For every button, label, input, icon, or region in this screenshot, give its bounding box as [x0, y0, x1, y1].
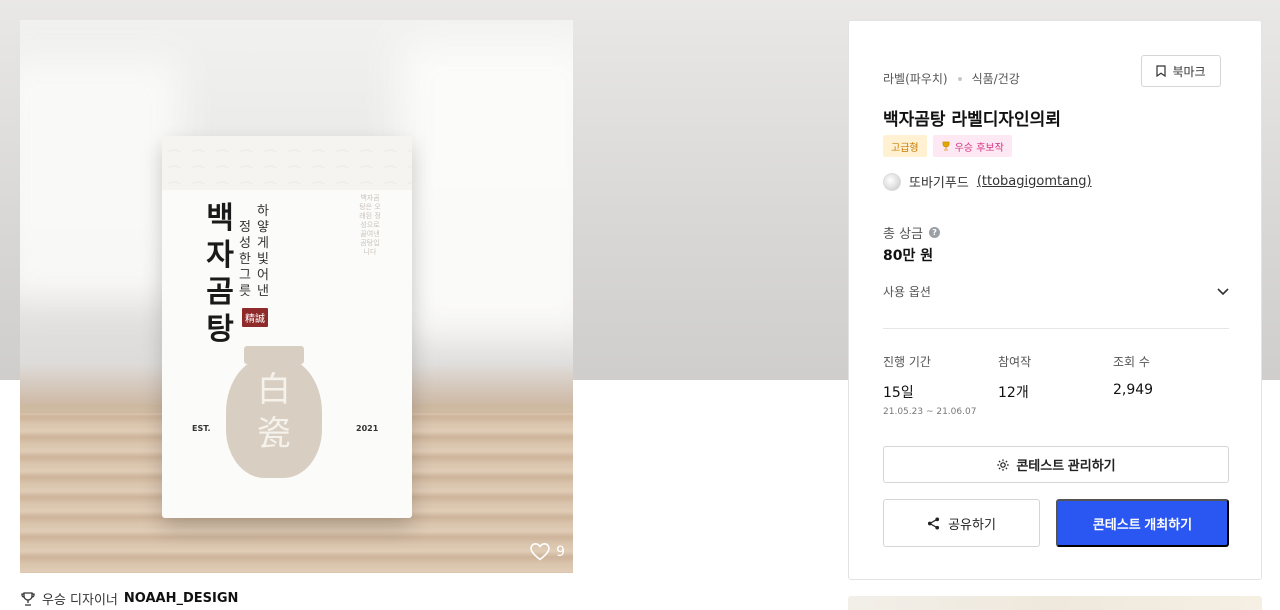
badge-group: 고급형 우승 후보작 — [883, 135, 1012, 157]
breadcrumb-category[interactable]: 라벨(파우치) — [883, 70, 948, 87]
stat-label: 참여작 — [998, 355, 1032, 369]
product-pouch: 백자곰탕 하얗게 빛어낸 정성 한 그릇 精誠 백자곰탕은 오래된 정성으로 끓… — [162, 136, 412, 518]
usage-option-label: 사용 옵션 — [883, 285, 931, 299]
premium-badge: 고급형 — [883, 135, 927, 157]
contest-stats: 진행 기간 15일 21.05.23 ~ 21.06.07 참여작 12개 조회… — [883, 353, 1229, 417]
pouch-year: 2021 — [356, 424, 379, 433]
like-count: 9 — [556, 544, 565, 560]
divider — [883, 328, 1229, 329]
heart-icon — [530, 543, 550, 561]
runner-up-badge: 우승 후보작 — [932, 135, 1012, 157]
breadcrumb-separator — [957, 76, 962, 81]
stat-value: 12개 — [998, 385, 1029, 401]
stat-label: 진행 기간 — [883, 355, 931, 369]
background-blur — [400, 40, 573, 340]
manage-contest-label: 콘테스트 관리하기 — [1016, 458, 1116, 473]
help-icon[interactable]: ? — [929, 227, 941, 238]
manage-contest-button[interactable]: 콘테스트 관리하기 — [883, 446, 1229, 483]
share-icon — [928, 516, 940, 530]
contest-info-card: 라벨(파우치) 식품/건강 북마크 백자곰탕 라벨디자인의뢰 고급형 우승 후보… — [848, 20, 1262, 580]
background-blur — [20, 60, 180, 300]
winner-designer: 우승 디자이너 NOAAH_DESIGN — [20, 589, 238, 608]
contest-owner[interactable]: 또바기푸드 (ttobagigomtang) — [883, 172, 1092, 191]
pouch-subtitle-2: 정성 한 그릇 — [239, 220, 251, 299]
stat-label: 조회 수 — [1113, 355, 1150, 369]
bookmark-icon — [1156, 65, 1167, 77]
winner-label: 우승 디자이너 — [42, 593, 118, 608]
bookmark-label: 북마크 — [1172, 64, 1206, 79]
prize-value: 80만 원 — [883, 248, 934, 264]
owner-name: 또바기푸드 — [909, 176, 969, 191]
stat-duration: 진행 기간 15일 21.05.23 ~ 21.06.07 — [883, 353, 998, 417]
contest-title: 백자곰탕 라벨디자인의뢰 — [883, 110, 1061, 130]
trophy-icon — [21, 591, 35, 606]
wave-pattern — [162, 136, 412, 190]
pouch-est: EST. — [192, 424, 211, 433]
prize-label-text: 총 상금 — [883, 227, 924, 242]
gear-icon — [997, 458, 1010, 471]
like-button[interactable]: 9 — [530, 543, 565, 561]
share-button[interactable]: 공유하기 — [883, 499, 1040, 547]
product-image[interactable]: 백자곰탕 하얗게 빛어낸 정성 한 그릇 精誠 백자곰탕은 오래된 정성으로 끓… — [20, 20, 573, 573]
runner-up-label: 우승 후보작 — [954, 142, 1004, 154]
trophy-icon — [942, 141, 950, 151]
stat-date-range: 21.05.23 ~ 21.06.07 — [883, 407, 977, 417]
pouch-seal: 精誠 — [242, 308, 268, 327]
stat-views: 조회 수 2,949 — [1113, 353, 1228, 417]
prize-label: 총 상금 ? — [883, 223, 941, 242]
winner-name[interactable]: NOAAH_DESIGN — [124, 591, 239, 606]
pouch-subtitle-1: 하얗게 빛어낸 — [257, 204, 269, 299]
stat-entries: 참여작 12개 — [998, 353, 1113, 417]
avatar — [883, 172, 901, 191]
usage-option-toggle[interactable]: 사용 옵션 — [883, 283, 1229, 300]
pouch-title: 백자곰탕 — [206, 201, 234, 347]
pouch-side-text: 백자곰탕은 오래된 정성으로 끓여낸 곰탕입니다 — [359, 194, 381, 256]
breadcrumb-subcategory[interactable]: 식품/건강 — [972, 70, 1020, 87]
stat-value: 2,949 — [1113, 382, 1154, 398]
breadcrumb: 라벨(파우치) 식품/건강 — [883, 70, 1020, 87]
chevron-down-icon — [1217, 287, 1229, 295]
stat-value: 15일 — [883, 385, 914, 401]
host-contest-label: 콘테스트 개최하기 — [1092, 516, 1193, 532]
next-section-preview — [848, 596, 1262, 610]
jar-text: 白瓷 — [257, 370, 291, 454]
host-contest-button[interactable]: 콘테스트 개최하기 — [1056, 499, 1229, 547]
bookmark-button[interactable]: 북마크 — [1141, 55, 1221, 87]
owner-handle[interactable]: (ttobagigomtang) — [977, 174, 1092, 189]
share-label: 공유하기 — [948, 516, 996, 532]
